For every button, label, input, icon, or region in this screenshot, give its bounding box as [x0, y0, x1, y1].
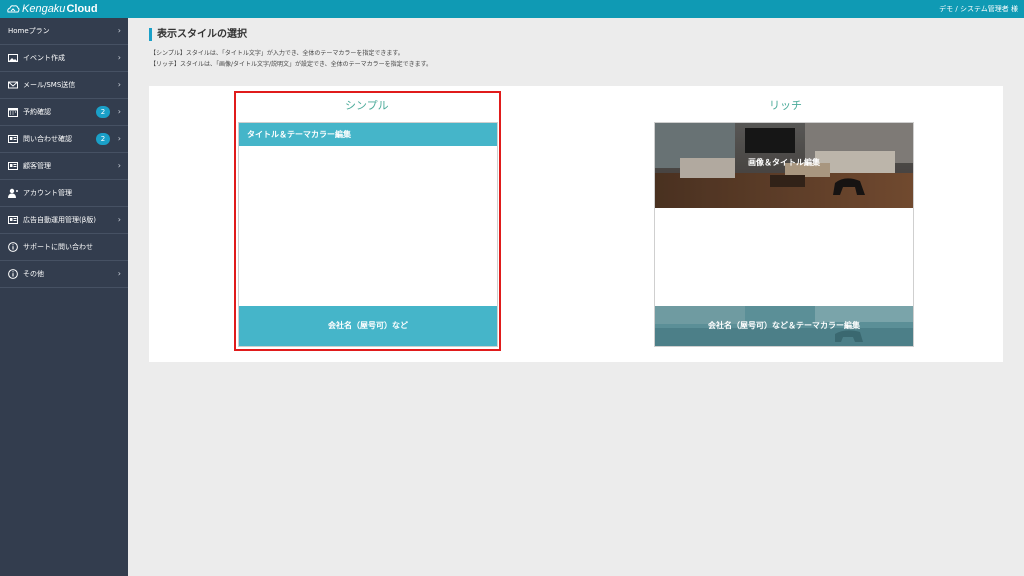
- user-menu[interactable]: デモ / システム管理者 様: [939, 4, 1018, 14]
- mail-icon: [8, 80, 18, 90]
- sidebar-item-mail-sms[interactable]: メール/SMS送信 ›: [0, 72, 128, 99]
- sidebar-item-home-plan[interactable]: Homeプラン ›: [0, 18, 128, 45]
- chevron-right-icon: ›: [117, 80, 121, 89]
- sidebar-item-event-create[interactable]: イベント作成 ›: [0, 45, 128, 72]
- sidebar-item-label: 予約確認: [23, 108, 51, 116]
- rich-footer-text: 会社名（屋号可）など＆テーマカラー編集: [708, 321, 860, 330]
- rich-style-option[interactable]: 画像＆タイトル編集 会社名（屋号可）など＆テーマカラー編集: [654, 122, 914, 347]
- chevron-right-icon: ›: [117, 215, 121, 224]
- sidebar-item-label: Homeプラン: [8, 27, 50, 35]
- description-rich: 【リッチ】スタイルは、「画像/タイトル文字/説明文」が設定でき、全体のテーマカラ…: [150, 61, 433, 68]
- cloud-logo-icon: [7, 5, 20, 13]
- rich-style-label: リッチ: [769, 99, 802, 112]
- logo-text-cloud: Cloud: [66, 3, 98, 15]
- simple-title-bar[interactable]: タイトル＆テーマカラー編集: [239, 123, 497, 146]
- id-card-icon: [8, 134, 18, 144]
- info-icon: [8, 269, 18, 279]
- style-selection-panel: シンプル リッチ タイトル＆テーマカラー編集 会社名（屋号可）など 画像＆タイト…: [149, 86, 1003, 362]
- chevron-right-icon: ›: [117, 269, 121, 278]
- image-icon: [8, 53, 18, 63]
- sidebar-item-label: 顧客管理: [23, 162, 51, 170]
- calendar-icon: [8, 107, 18, 117]
- user-icon: [8, 188, 18, 198]
- sidebar-item-accounts[interactable]: アカウント管理: [0, 180, 128, 207]
- count-badge: 2: [96, 133, 110, 145]
- chevron-right-icon: ›: [117, 134, 121, 143]
- simple-style-option[interactable]: タイトル＆テーマカラー編集 会社名（屋号可）など: [238, 122, 498, 347]
- sidebar-item-ad-automation[interactable]: 広告自動運用管理(β版) ›: [0, 207, 128, 234]
- simple-footer-bar[interactable]: 会社名（屋号可）など: [239, 306, 497, 346]
- chevron-right-icon: ›: [117, 26, 121, 35]
- rich-header-text: 画像＆タイトル編集: [748, 158, 820, 167]
- sidebar-item-label: イベント作成: [23, 54, 65, 62]
- description-simple: 【シンプル】スタイルは、「タイトル文字」が入力でき、全体のテーマカラーを指定でき…: [150, 50, 404, 57]
- chevron-right-icon: ›: [117, 161, 121, 170]
- count-badge: 2: [96, 106, 110, 118]
- sidebar-item-label: 問い合わせ確認: [23, 135, 72, 143]
- rich-footer-bar[interactable]: 会社名（屋号可）など＆テーマカラー編集: [655, 306, 913, 346]
- sidebar-item-label: アカウント管理: [23, 189, 72, 197]
- rich-header-image[interactable]: 画像＆タイトル編集: [655, 123, 913, 208]
- sidebar: Homeプラン › イベント作成 › メール/SMS送信 › 予約確認 2 › …: [0, 18, 128, 576]
- sidebar-item-label: その他: [23, 270, 44, 278]
- sidebar-item-inquiries[interactable]: 問い合わせ確認 2 ›: [0, 126, 128, 153]
- page-title: 表示スタイルの選択: [149, 28, 247, 41]
- logo[interactable]: Kengaku Cloud: [6, 2, 98, 16]
- info-icon: [8, 242, 18, 252]
- sidebar-item-reservations[interactable]: 予約確認 2 ›: [0, 99, 128, 126]
- chevron-right-icon: ›: [117, 53, 121, 62]
- sidebar-item-label: メール/SMS送信: [23, 81, 76, 89]
- sidebar-item-customers[interactable]: 顧客管理 ›: [0, 153, 128, 180]
- id-card-icon: [8, 161, 18, 171]
- logo-text-kengaku: Kengaku: [22, 3, 66, 15]
- chevron-right-icon: ›: [117, 107, 121, 116]
- sidebar-item-label: サポートに問い合わせ: [23, 243, 93, 251]
- sidebar-item-label: 広告自動運用管理(β版): [23, 216, 96, 224]
- top-bar: Kengaku Cloud デモ / システム管理者 様: [0, 0, 1024, 18]
- sidebar-item-other[interactable]: その他 ›: [0, 261, 128, 288]
- id-card-icon: [8, 215, 18, 225]
- sidebar-item-support[interactable]: サポートに問い合わせ: [0, 234, 128, 261]
